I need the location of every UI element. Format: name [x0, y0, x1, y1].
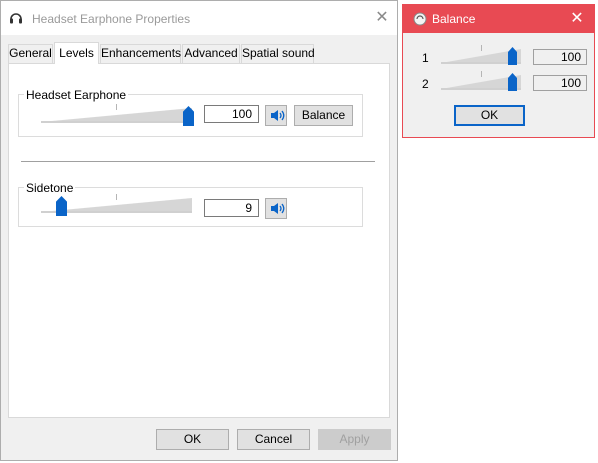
balance-title: Balance — [432, 12, 476, 26]
cancel-button[interactable]: Cancel — [237, 429, 310, 450]
tab-general[interactable]: General — [8, 44, 53, 63]
balance-button[interactable]: Balance — [294, 105, 353, 126]
group-divider — [21, 161, 375, 162]
speaker-icon — [271, 203, 285, 214]
sidetone-mute-button[interactable] — [265, 198, 287, 219]
apply-button[interactable]: Apply — [318, 429, 391, 450]
headset-group-label: Headset Earphone — [24, 88, 129, 102]
channel-2-slider[interactable] — [441, 71, 525, 93]
channel-1-value[interactable]: 100 — [533, 49, 587, 65]
tab-enhancements[interactable]: Enhancements — [100, 44, 181, 63]
balance-close-button[interactable]: ✕ — [563, 8, 591, 30]
channel-2-label: 2 — [422, 77, 429, 91]
tab-spatial-sound[interactable]: Spatial sound — [241, 44, 315, 63]
balance-window: Balance ✕ 1 100 2 100 OK — [402, 4, 595, 138]
headset-icon — [10, 13, 22, 24]
tab-advanced[interactable]: Advanced — [182, 44, 240, 63]
tab-levels[interactable]: Levels — [54, 42, 99, 64]
headset-volume-slider[interactable] — [41, 104, 196, 126]
balance-icon — [413, 12, 427, 26]
sidetone-volume-input[interactable]: 9 — [204, 199, 259, 217]
slider-track — [41, 108, 192, 122]
close-icon: ✕ — [570, 10, 584, 27]
speaker-icon — [271, 110, 285, 121]
balance-ok-button[interactable]: OK — [454, 105, 525, 126]
sidetone-group-label: Sidetone — [24, 181, 76, 195]
close-button[interactable]: ✕ — [368, 7, 396, 29]
channel-1-label: 1 — [422, 51, 429, 65]
channel-2-value[interactable]: 100 — [533, 75, 587, 91]
close-icon: ✕ — [375, 9, 389, 26]
sidetone-volume-slider[interactable] — [41, 194, 196, 216]
window-title: Headset Earphone Properties — [32, 12, 191, 26]
ok-button[interactable]: OK — [156, 429, 229, 450]
channel-1-slider[interactable] — [441, 45, 525, 67]
headset-volume-input[interactable]: 100 — [204, 105, 259, 123]
properties-window: Headset Earphone Properties ✕ General Le… — [0, 0, 398, 461]
headset-mute-button[interactable] — [265, 105, 287, 126]
